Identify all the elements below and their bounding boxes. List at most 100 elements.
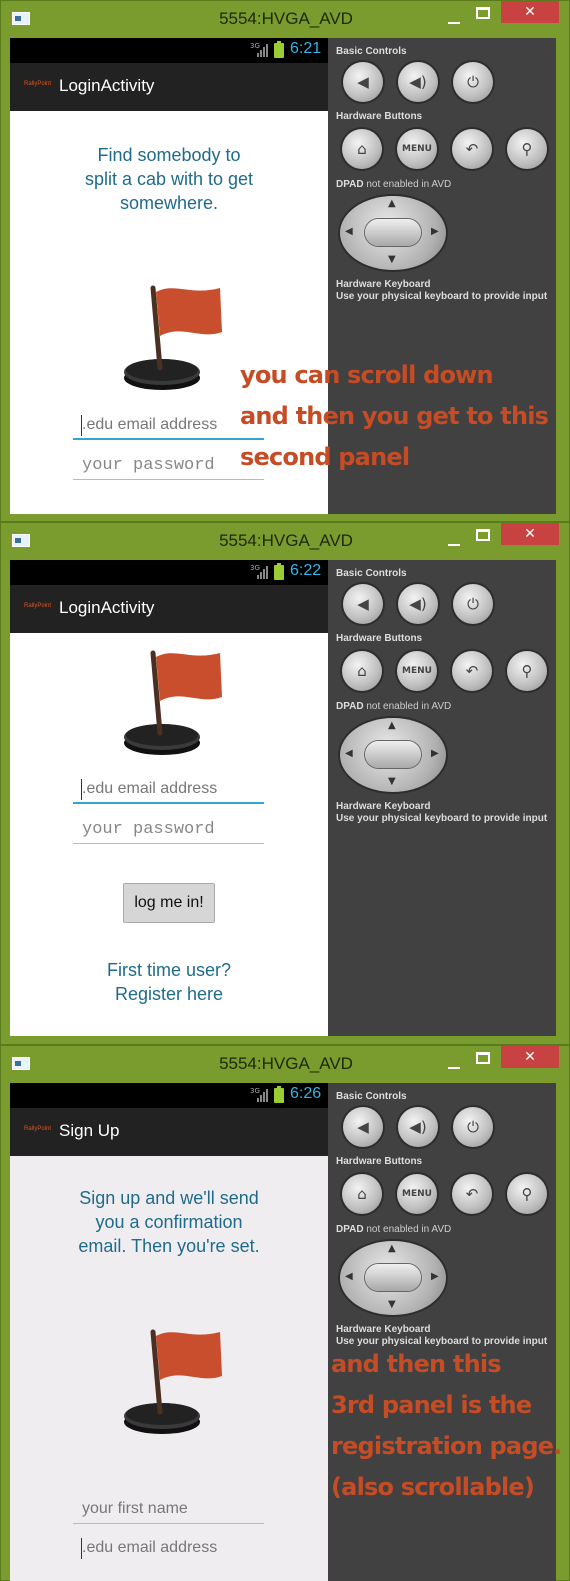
phone-screen: 3G 6:22 RallyPoint LoginActivity .edu em… <box>10 560 328 1036</box>
hardware-buttons-label: Hardware Buttons <box>336 111 423 122</box>
maximize-button[interactable] <box>476 7 490 19</box>
volume-up-icon[interactable]: ◀) <box>398 584 438 624</box>
back-icon[interactable]: ↶ <box>452 651 492 691</box>
back-icon[interactable]: ↶ <box>452 1174 492 1214</box>
password-field[interactable]: your password <box>73 451 264 480</box>
minimize-button[interactable] <box>447 10 461 24</box>
phone-screen: 3G 6:26 RallyPoint Sign Up Sign up and w… <box>10 1083 328 1581</box>
email-placeholder: .edu email address <box>82 780 218 797</box>
annotation-registration-note: and then this 3rd panel is the registrat… <box>331 1344 562 1508</box>
dpad-title: DPAD <box>336 1224 364 1235</box>
annotation-line: registration page. <box>331 1432 562 1460</box>
tagline-line: you a confirmation <box>95 1212 243 1232</box>
hardware-buttons-label: Hardware Buttons <box>336 1156 423 1167</box>
keyboard-label: Hardware Keyboard <box>336 279 431 290</box>
dpad-center[interactable] <box>365 741 421 768</box>
battery-icon <box>274 41 284 58</box>
dpad[interactable]: ▲ ▼ ◀ ▶ <box>340 196 446 270</box>
register-link[interactable]: First time user? Register here <box>10 958 328 1006</box>
annotation-line: and then this <box>331 1350 502 1378</box>
email-field[interactable]: .edu email address <box>73 1534 264 1563</box>
back-icon[interactable]: ↶ <box>452 129 492 169</box>
menu-button[interactable]: MENU <box>397 129 437 169</box>
dpad-center[interactable] <box>365 219 421 246</box>
signup-content[interactable]: Sign up and we'll send you a confirmatio… <box>10 1156 328 1581</box>
annotation-line: (also scrollable) <box>331 1473 535 1501</box>
login-button[interactable]: log me in! <box>123 883 215 923</box>
keyboard-hint: Use your physical keyboard to provide in… <box>336 291 548 302</box>
annotation-line: and then you get to this <box>240 402 549 430</box>
minimize-button[interactable] <box>447 1055 461 1069</box>
home-icon[interactable]: ⌂ <box>342 651 382 691</box>
window-titlebar[interactable]: 5554:HVGA_AVD ✕ <box>1 1046 570 1082</box>
basic-controls-label: Basic Controls <box>336 1091 407 1102</box>
tagline-line: email. Then you're set. <box>78 1236 260 1256</box>
status-clock: 6:21 <box>290 40 322 57</box>
app-logo: RallyPoint <box>24 1126 52 1132</box>
flag-logo <box>124 650 222 755</box>
power-icon[interactable]: ⏻ <box>453 584 493 624</box>
dpad-center[interactable] <box>365 1264 421 1291</box>
volume-down-icon[interactable]: ◀ <box>343 1107 383 1147</box>
status-bar: 3G 6:21 <box>10 38 328 63</box>
status-bar: 3G 6:26 <box>10 1083 328 1108</box>
app-logo: RallyPoint <box>24 603 52 609</box>
search-icon[interactable]: ⚲ <box>507 129 547 169</box>
dpad[interactable]: ▲ ▼ ◀ ▶ <box>340 1241 446 1315</box>
status-bar: 3G 6:22 <box>10 560 328 585</box>
password-placeholder: your password <box>82 820 215 839</box>
tagline-line: somewhere. <box>119 193 219 213</box>
volume-down-icon[interactable]: ◀ <box>343 584 383 624</box>
annotation-line: you can scroll down <box>240 361 494 389</box>
first-name-placeholder: your first name <box>82 1500 188 1517</box>
home-icon[interactable]: ⌂ <box>342 1174 382 1214</box>
maximize-button[interactable] <box>476 1052 490 1064</box>
activity-title: LoginActivity <box>59 598 155 617</box>
signal-icon <box>257 566 269 579</box>
annotation-line: 3rd panel is the <box>331 1391 532 1419</box>
battery-icon <box>274 1086 284 1103</box>
menu-button[interactable]: MENU <box>397 1174 437 1214</box>
action-bar: RallyPoint LoginActivity <box>10 63 328 111</box>
search-icon[interactable]: ⚲ <box>507 1174 547 1214</box>
dpad[interactable]: ▲ ▼ ◀ ▶ <box>340 718 446 792</box>
window-titlebar[interactable]: 5554:HVGA_AVD ✕ <box>1 1 570 37</box>
login-content[interactable]: .edu email address your password log me … <box>10 633 328 1036</box>
action-bar: RallyPoint Sign Up <box>10 1108 328 1156</box>
annotation-line: second panel <box>240 443 410 471</box>
email-field[interactable]: .edu email address <box>73 411 264 440</box>
maximize-button[interactable] <box>476 529 490 541</box>
password-field[interactable]: your password <box>73 815 264 844</box>
search-icon[interactable]: ⚲ <box>507 651 547 691</box>
basic-controls-label: Basic Controls <box>336 46 407 57</box>
hardware-buttons-label: Hardware Buttons <box>336 633 423 644</box>
close-button[interactable]: ✕ <box>501 1046 559 1068</box>
battery-icon <box>274 563 284 580</box>
register-line[interactable]: Register here <box>10 982 328 1006</box>
home-icon[interactable]: ⌂ <box>342 129 382 169</box>
volume-down-icon[interactable]: ◀ <box>343 62 383 102</box>
close-button[interactable]: ✕ <box>501 1 559 23</box>
annotation-scroll-note: you can scroll down and then you get to … <box>240 355 549 478</box>
power-icon[interactable]: ⏻ <box>453 1107 493 1147</box>
volume-up-icon[interactable]: ◀) <box>398 62 438 102</box>
emulator-window-2: 5554:HVGA_AVD ✕ 3G 6:22 RallyPoint Login… <box>0 522 570 1045</box>
keyboard-hint: Use your physical keyboard to provide in… <box>336 813 548 824</box>
email-field[interactable]: .edu email address <box>73 775 264 804</box>
volume-up-icon[interactable]: ◀) <box>398 1107 438 1147</box>
email-placeholder: .edu email address <box>82 1539 218 1556</box>
basic-controls-label: Basic Controls <box>336 568 407 579</box>
keyboard-label: Hardware Keyboard <box>336 801 431 812</box>
power-icon[interactable]: ⏻ <box>453 62 493 102</box>
emulator-controls: Basic Controls ◀ ◀) ⏻ Hardware Buttons ⌂… <box>328 560 556 1036</box>
signal-icon <box>257 44 269 57</box>
minimize-button[interactable] <box>447 532 461 546</box>
close-button[interactable]: ✕ <box>501 523 559 545</box>
first-name-field[interactable]: your first name <box>73 1495 264 1524</box>
dpad-label: DPAD not enabled in AVD <box>336 701 451 712</box>
window-titlebar[interactable]: 5554:HVGA_AVD ✕ <box>1 523 570 559</box>
menu-button[interactable]: MENU <box>397 651 437 691</box>
register-line[interactable]: First time user? <box>10 958 328 982</box>
signal-icon <box>257 1089 269 1102</box>
activity-title: LoginActivity <box>59 76 155 95</box>
